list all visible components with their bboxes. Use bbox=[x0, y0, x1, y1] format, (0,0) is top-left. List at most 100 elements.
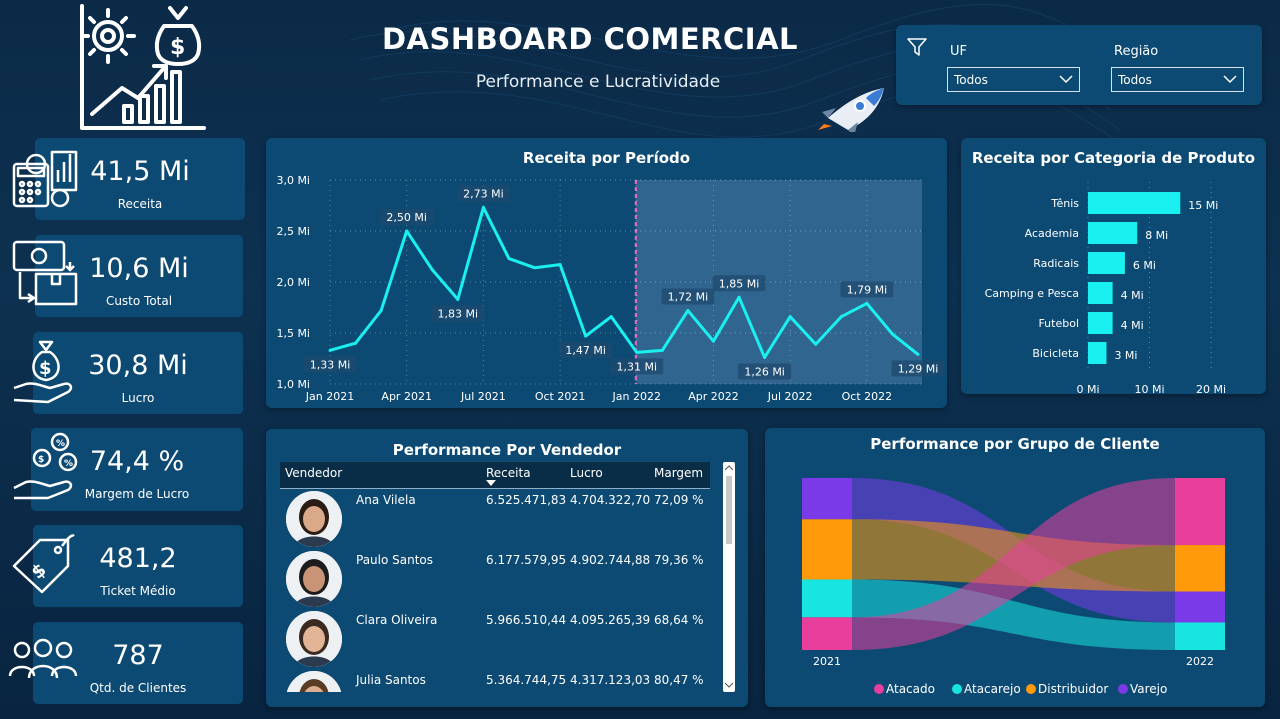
people-group-icon bbox=[8, 638, 78, 679]
bar-value-label: 8 Mi bbox=[1145, 229, 1168, 242]
x-tick-label: Jul 2022 bbox=[767, 390, 813, 403]
x-tick-label: Oct 2022 bbox=[842, 390, 893, 403]
data-point[interactable] bbox=[584, 334, 588, 338]
table-row[interactable]: Clara Oliveira 5.966.510,44 4.095.265,39 68… bbox=[280, 608, 710, 668]
sankey-node-2022-atacado[interactable] bbox=[1175, 478, 1225, 546]
sankey-node-2021-atacarejo[interactable] bbox=[802, 579, 852, 618]
svg-text:Varejo: Varejo bbox=[1130, 682, 1167, 696]
data-point[interactable] bbox=[558, 263, 562, 267]
dashboard-subtitle: Performance e Lucratividade bbox=[475, 72, 721, 92]
uf-select[interactable]: Todos bbox=[947, 67, 1080, 92]
data-point[interactable] bbox=[507, 257, 511, 261]
table-row[interactable]: Ana Vilela 6.525.471,83 4.704.322,70 72,09 … bbox=[280, 488, 710, 548]
sankey-node-2021-distribuidor[interactable] bbox=[802, 519, 852, 580]
bar-value-label: 4 Mi bbox=[1121, 319, 1144, 332]
revenue-by-category-panel: Receita por Categoria de Produto 0 Mi 10 … bbox=[961, 138, 1266, 394]
data-point[interactable] bbox=[763, 355, 767, 359]
category-bar[interactable] bbox=[1088, 342, 1107, 364]
data-point[interactable] bbox=[609, 315, 613, 319]
legend-item[interactable]: Atacado bbox=[874, 682, 935, 696]
cell-receita: 6.177.579,95 bbox=[486, 553, 567, 567]
data-point[interactable] bbox=[686, 309, 690, 313]
cell-lucro: 4.902.744,88 bbox=[570, 553, 651, 567]
svg-text:$: $ bbox=[27, 559, 50, 583]
sankey-left-label: 2021 bbox=[813, 655, 841, 668]
data-point[interactable] bbox=[635, 350, 639, 354]
legend-item[interactable]: Atacarejo bbox=[952, 682, 1021, 696]
revenue-line-chart: 3,0 Mi2,5 Mi2,0 Mi1,5 Mi1,0 MiJan 2021 Ap… bbox=[276, 174, 945, 403]
svg-text:1,83 Mi: 1,83 Mi bbox=[438, 307, 479, 320]
dashboard-logo-icon: $ bbox=[80, 4, 206, 130]
category-bar[interactable] bbox=[1088, 222, 1138, 244]
sankey-node-2021-atacado[interactable] bbox=[802, 617, 852, 650]
sankey-node-2022-distribuidor[interactable] bbox=[1175, 545, 1225, 592]
category-label: Academia bbox=[1025, 227, 1079, 240]
category-bar[interactable] bbox=[1088, 252, 1125, 274]
cell-name: Julia Santos bbox=[356, 673, 426, 687]
category-bar-chart: 0 Mi 10 Mi 20 Mi Tênis 15 Mi Academia 8 Mi Radi… bbox=[985, 182, 1226, 394]
scroll-up-icon[interactable] bbox=[725, 465, 733, 471]
data-point[interactable] bbox=[456, 297, 460, 301]
data-point[interactable] bbox=[379, 309, 383, 313]
data-point[interactable] bbox=[814, 342, 818, 346]
legend-item[interactable]: Distribuidor bbox=[1026, 682, 1108, 696]
data-point[interactable] bbox=[865, 301, 869, 305]
data-point[interactable] bbox=[788, 315, 792, 319]
data-point[interactable] bbox=[737, 295, 741, 299]
table-row[interactable]: Julia Santos 5.364.744,75 4.317.123,03 80,4… bbox=[280, 668, 710, 692]
sort-desc-icon[interactable] bbox=[486, 480, 496, 486]
data-point[interactable] bbox=[354, 341, 358, 345]
cell-lucro: 4.095.265,39 bbox=[570, 613, 651, 627]
data-point[interactable] bbox=[533, 266, 537, 270]
data-point[interactable] bbox=[328, 348, 332, 352]
data-point[interactable] bbox=[430, 268, 434, 272]
category-label: Camping e Pesca bbox=[985, 287, 1079, 300]
customer-group-panel: Performance por Grupo de Cliente 2021 202… bbox=[765, 428, 1265, 707]
svg-text:1,85 Mi: 1,85 Mi bbox=[719, 277, 760, 290]
x-tick-label: Jan 2021 bbox=[305, 390, 354, 403]
bar-value-label: 6 Mi bbox=[1133, 259, 1156, 272]
data-label: 1,33 Mi bbox=[303, 356, 357, 373]
category-bar[interactable] bbox=[1088, 282, 1113, 304]
sankey-right-label: 2022 bbox=[1186, 655, 1214, 668]
revenue-by-period-panel: Receita por Período 3,0 Mi 2,5 Mi 2,0 Mi 1,… bbox=[266, 138, 947, 408]
data-point[interactable] bbox=[890, 332, 894, 336]
category-bar[interactable] bbox=[1088, 192, 1181, 214]
scroll-down-icon[interactable] bbox=[725, 682, 733, 688]
svg-text:2,50 Mi: 2,50 Mi bbox=[386, 211, 427, 224]
sankey-node-2021-varejo[interactable] bbox=[802, 478, 852, 520]
filters-panel: UF Todos Região Todos bbox=[896, 25, 1262, 105]
data-label: 1,83 Mi bbox=[431, 305, 485, 322]
column-header-vendedor[interactable]: Vendedor bbox=[285, 466, 342, 480]
data-point[interactable] bbox=[916, 352, 920, 356]
data-point[interactable] bbox=[481, 206, 485, 210]
regiao-select[interactable]: Todos bbox=[1111, 67, 1244, 92]
data-point[interactable] bbox=[660, 348, 664, 352]
bar-value-label: 15 Mi bbox=[1188, 199, 1218, 212]
x-tick-label: Jul 2021 bbox=[460, 390, 506, 403]
filter-icon[interactable] bbox=[906, 37, 928, 57]
column-header-receita[interactable]: Receita bbox=[486, 466, 531, 480]
data-point[interactable] bbox=[839, 315, 843, 319]
legend-item[interactable]: Varejo bbox=[1118, 682, 1167, 696]
column-header-lucro[interactable]: Lucro bbox=[570, 466, 603, 480]
x-tick-label: 0 Mi bbox=[1076, 383, 1099, 394]
column-header-margem[interactable]: Margem bbox=[654, 466, 703, 480]
uf-select-value: Todos bbox=[954, 73, 988, 87]
category-label: Radicais bbox=[1033, 257, 1079, 270]
data-point[interactable] bbox=[405, 229, 409, 233]
cell-receita: 5.966.510,44 bbox=[486, 613, 567, 627]
data-point[interactable] bbox=[711, 339, 715, 343]
avatar bbox=[286, 551, 342, 607]
cell-receita: 6.525.471,83 bbox=[486, 493, 567, 507]
data-label: 2,73 Mi bbox=[456, 185, 510, 202]
category-bar[interactable] bbox=[1088, 312, 1113, 334]
sankey-node-2022-atacarejo[interactable] bbox=[1175, 622, 1225, 650]
sankey-node-2022-varejo[interactable] bbox=[1175, 591, 1225, 623]
seller-performance-title: Performance Por Vendedor bbox=[392, 441, 622, 459]
data-label: 2,50 Mi bbox=[380, 209, 434, 225]
scrollbar-thumb[interactable] bbox=[726, 476, 732, 544]
table-row[interactable]: Paulo Santos 6.177.579,95 4.902.744,88 79,3… bbox=[280, 548, 710, 608]
cell-margem: 80,47 % bbox=[654, 673, 704, 687]
table-scrollbar[interactable] bbox=[723, 462, 735, 692]
